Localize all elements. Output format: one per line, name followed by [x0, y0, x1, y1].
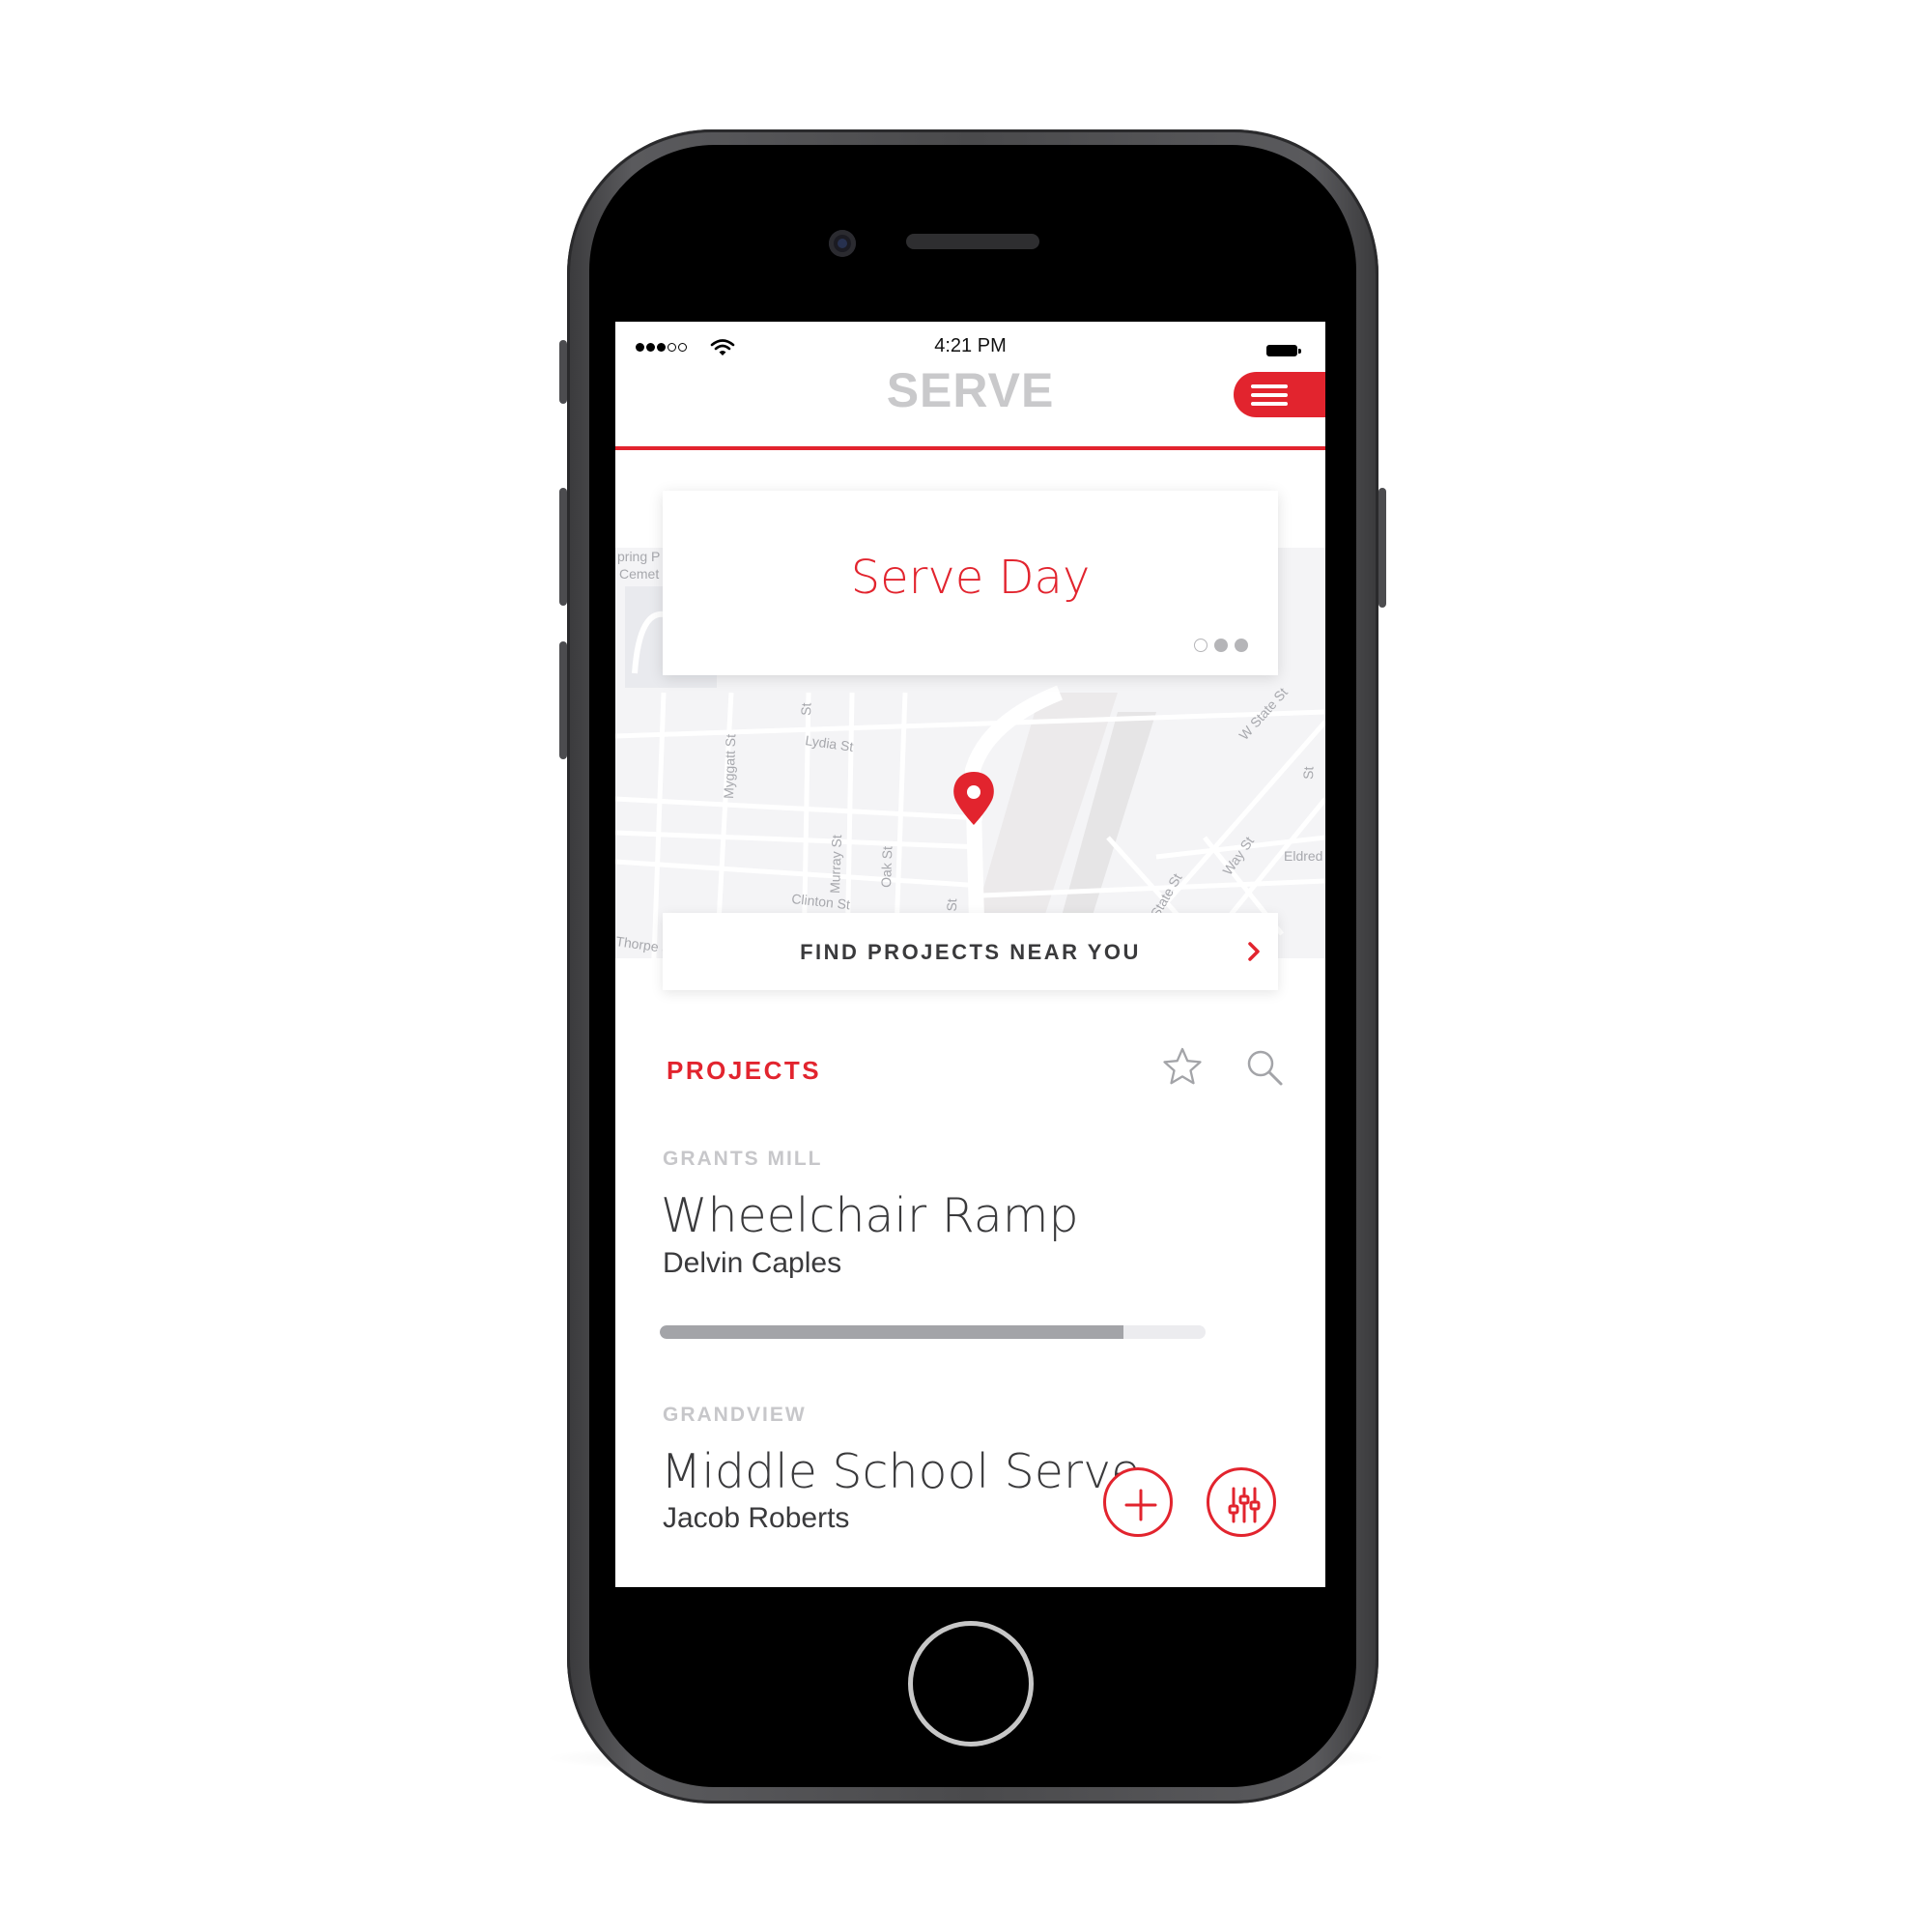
carousel-dot[interactable]	[1214, 639, 1228, 652]
app-title: SERVE	[886, 363, 1055, 417]
filter-button[interactable]	[1207, 1467, 1276, 1537]
hamburger-icon-line	[1251, 393, 1288, 397]
search-icon[interactable]	[1245, 1048, 1284, 1087]
carousel-dot[interactable]	[1235, 639, 1248, 652]
volume-down-button	[559, 641, 567, 759]
street-label: Eldred	[1284, 848, 1322, 864]
street-label: Murray St	[827, 835, 844, 894]
project-campus: GRANDVIEW	[663, 1404, 807, 1426]
street-label: Way St	[1219, 834, 1257, 878]
status-time: 4:21 PM	[934, 335, 1007, 356]
plus-icon	[1124, 1489, 1157, 1521]
add-project-button[interactable]	[1103, 1467, 1173, 1537]
status-bar: 4:21 PM	[615, 322, 1325, 368]
hamburger-icon	[1251, 384, 1288, 388]
home-button[interactable]	[908, 1621, 1034, 1747]
find-projects-label: FIND PROJECTS NEAR YOU	[800, 940, 1141, 964]
volume-up-button	[559, 488, 567, 606]
projects-section-title: PROJECTS	[667, 1056, 822, 1085]
project-title: Middle School Serve	[661, 1444, 1141, 1499]
power-button	[1378, 488, 1386, 608]
earpiece-speaker	[906, 234, 1039, 249]
street-label: Cemet	[619, 566, 659, 582]
street-label: pring P	[617, 549, 660, 564]
featured-title: Serve Day	[850, 551, 1091, 605]
project-title: Wheelchair Ramp	[661, 1188, 1079, 1243]
project-progress-fill	[660, 1325, 1124, 1339]
chevron-right-icon	[1248, 942, 1260, 961]
header-divider	[615, 446, 1325, 450]
front-camera	[829, 230, 856, 257]
battery-icon	[1266, 345, 1301, 356]
project-leader: Jacob Roberts	[663, 1502, 850, 1534]
app-screen: 4:21 PM SERVE Lydia St Myggatt St Murray…	[615, 322, 1325, 1587]
street-label: Lydia St	[805, 732, 855, 754]
hamburger-icon-line	[1251, 402, 1288, 406]
carousel-indicator[interactable]	[1194, 639, 1248, 652]
featured-card[interactable]: Serve Day	[663, 491, 1278, 675]
mute-switch	[559, 340, 567, 404]
sliders-icon	[1228, 1487, 1261, 1523]
carousel-dot[interactable]	[1194, 639, 1208, 652]
street-label: St	[798, 702, 813, 716]
street-label: Myggatt St	[721, 734, 738, 800]
star-icon[interactable]	[1162, 1046, 1203, 1087]
street-label: Oak St	[878, 846, 895, 888]
find-projects-button[interactable]: FIND PROJECTS NEAR YOU	[663, 913, 1278, 990]
menu-button[interactable]	[1234, 372, 1325, 417]
street-label: St	[1300, 766, 1316, 780]
project-progress-bar	[660, 1325, 1206, 1339]
project-campus: GRANTS MILL	[663, 1148, 823, 1170]
project-leader: Delvin Caples	[663, 1247, 842, 1279]
